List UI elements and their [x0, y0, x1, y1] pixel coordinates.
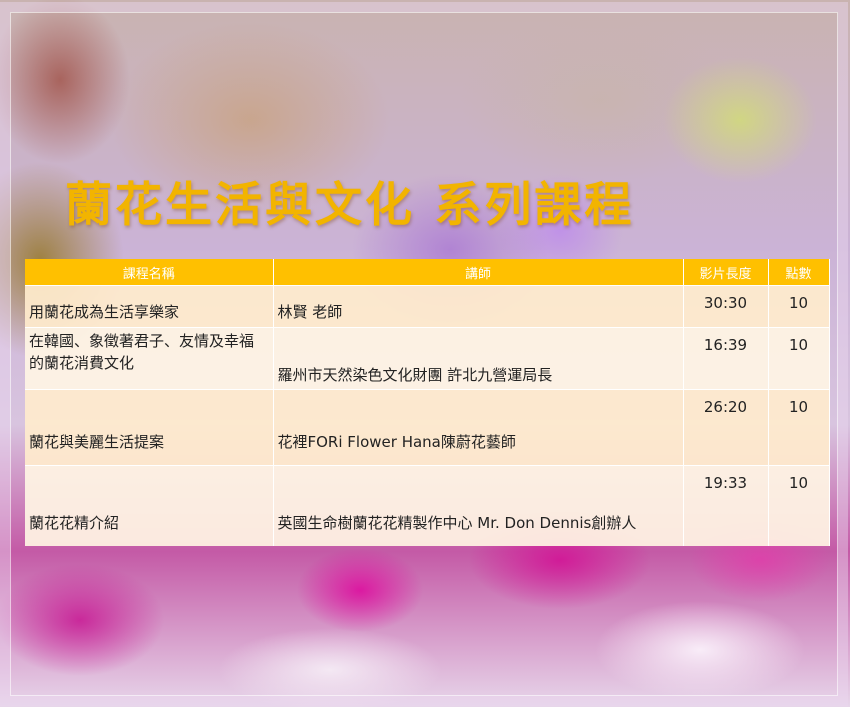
page-title: 蘭花生活與文化 系列課程 [65, 178, 635, 233]
lecturer: 英國生命樹蘭花花精製作中心 Mr. Don Dennis創辦人 [273, 465, 684, 546]
course-name: 在韓國、象徵著君子、友情及幸福的蘭花消費文化 [25, 327, 274, 390]
table-row: 蘭花與美麗生活提案 花裡FORi Flower Hana陳蔚花藝師 26:20 … [25, 389, 830, 466]
course-table: 課程名稱 講師 影片長度 點數 用蘭花成為生活享樂家 林賢 老師 30:30 1… [25, 259, 830, 546]
points: 10 [768, 327, 830, 390]
lecturer: 林賢 老師 [273, 285, 684, 328]
header-course-name: 課程名稱 [25, 259, 274, 286]
course-name: 用蘭花成為生活享樂家 [25, 285, 274, 328]
duration: 26:20 [683, 389, 769, 466]
table-row: 在韓國、象徵著君子、友情及幸福的蘭花消費文化 羅州市天然染色文化財團 許北九營運… [25, 327, 830, 390]
lecturer: 花裡FORi Flower Hana陳蔚花藝師 [273, 389, 684, 466]
table-row: 用蘭花成為生活享樂家 林賢 老師 30:30 10 [25, 285, 830, 328]
course-name: 蘭花花精介紹 [25, 465, 274, 546]
duration: 19:33 [683, 465, 769, 546]
header-points: 點數 [768, 259, 830, 286]
duration: 30:30 [683, 285, 769, 328]
table-row: 蘭花花精介紹 英國生命樹蘭花花精製作中心 Mr. Don Dennis創辦人 1… [25, 465, 830, 546]
points: 10 [768, 285, 830, 328]
duration: 16:39 [683, 327, 769, 390]
header-lecturer: 講師 [273, 259, 684, 286]
table-header-row: 課程名稱 講師 影片長度 點數 [25, 259, 830, 286]
points: 10 [768, 465, 830, 546]
header-duration: 影片長度 [683, 259, 769, 286]
lecturer: 羅州市天然染色文化財團 許北九營運局長 [273, 327, 684, 390]
course-name: 蘭花與美麗生活提案 [25, 389, 274, 466]
points: 10 [768, 389, 830, 466]
